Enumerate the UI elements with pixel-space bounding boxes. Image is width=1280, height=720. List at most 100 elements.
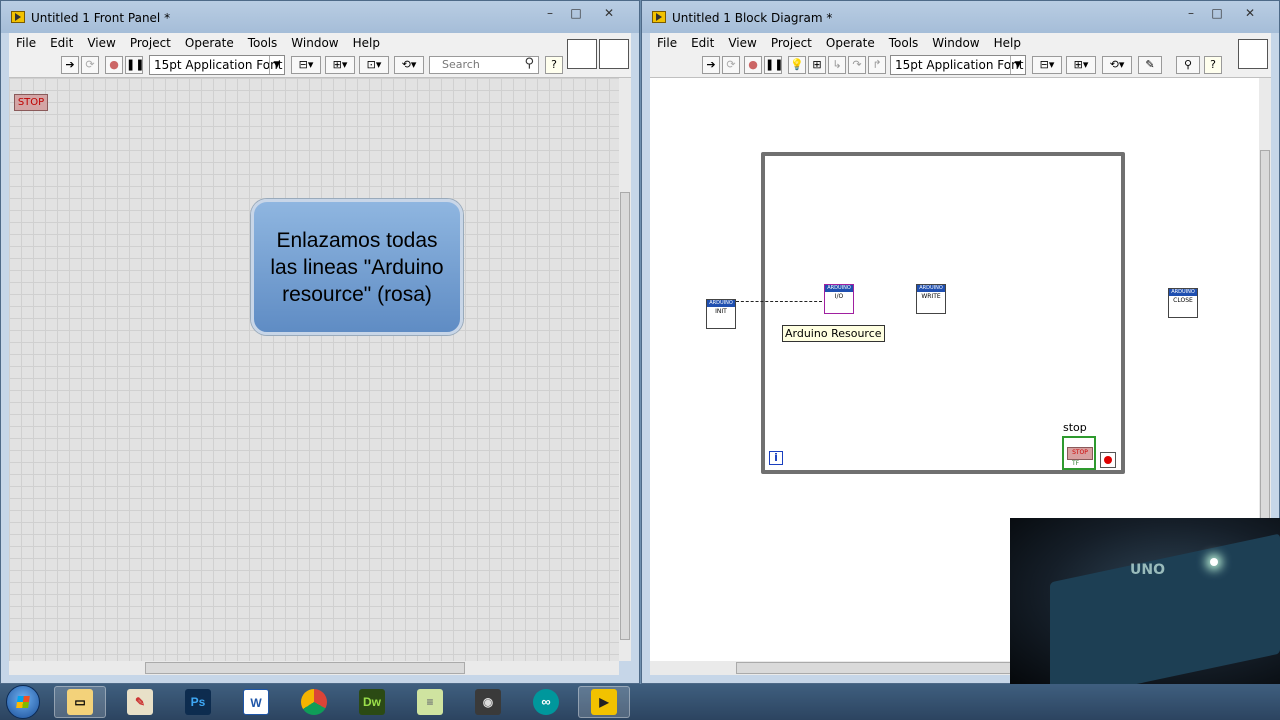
arduino-io-node[interactable]: ARDUINO I/O: [824, 284, 854, 314]
close-icon[interactable]: ✕: [589, 5, 629, 23]
horizontal-scrollbar[interactable]: [9, 661, 619, 675]
font-selector[interactable]: 15pt Application Font ▼: [890, 55, 1026, 75]
toolbar: ➔ ⟳ ● ❚❚ 15pt Application Font ▼ ⊟▾ ⊞▾ ⊡…: [9, 53, 631, 78]
menu-project[interactable]: Project: [123, 36, 178, 50]
boolean-type-label: TF: [1072, 460, 1080, 467]
paint-icon: ✎: [127, 689, 153, 715]
font-selector[interactable]: 15pt Application Font ▼: [149, 55, 285, 75]
taskbar-explorer[interactable]: ▭: [54, 686, 106, 718]
scroll-thumb[interactable]: [620, 192, 630, 640]
menu-help[interactable]: Help: [987, 36, 1028, 50]
node-header: ARDUINO: [1169, 289, 1197, 296]
abort-icon[interactable]: ●: [744, 56, 762, 74]
font-selector-label: 15pt Application Font: [895, 58, 1024, 72]
start-button[interactable]: [6, 685, 40, 719]
taskbar-arduino[interactable]: ∞: [520, 686, 572, 718]
menu-bar: File Edit View Project Operate Tools Win…: [650, 33, 1271, 53]
retain-wire-values-icon[interactable]: ⊞: [808, 56, 826, 74]
maximize-icon[interactable]: □: [563, 5, 589, 23]
front-panel-canvas[interactable]: [9, 78, 619, 661]
grid-pane-icon[interactable]: [567, 39, 597, 69]
minimize-icon[interactable]: –: [537, 5, 563, 23]
align-icon[interactable]: ⊟▾: [1032, 56, 1062, 74]
taskbar-word[interactable]: W: [230, 686, 282, 718]
search-input[interactable]: Search ⚲: [429, 56, 539, 74]
node-header: ARDUINO: [707, 300, 735, 307]
menu-tools[interactable]: Tools: [241, 36, 285, 50]
chevron-down-icon: ▼: [269, 56, 284, 74]
align-icon[interactable]: ⊟▾: [291, 56, 321, 74]
word-icon: W: [243, 689, 269, 715]
search-icon[interactable]: ⚲: [524, 56, 534, 72]
arduino-close-node[interactable]: ARDUINO CLOSE: [1168, 288, 1198, 318]
step-out-icon[interactable]: ↱: [868, 56, 886, 74]
block-diagram-titlebar[interactable]: Untitled 1 Block Diagram * – □ ✕: [642, 1, 1279, 33]
led-light: [1210, 558, 1218, 566]
search-icon[interactable]: ⚲: [1176, 56, 1200, 74]
menu-tools[interactable]: Tools: [882, 36, 926, 50]
front-panel-window: Untitled 1 Front Panel * – □ ✕ File Edit…: [0, 0, 640, 684]
pause-icon[interactable]: ❚❚: [764, 56, 783, 74]
taskbar-chrome[interactable]: [288, 686, 340, 718]
menu-help[interactable]: Help: [346, 36, 387, 50]
resize-icon[interactable]: ⊡▾: [359, 56, 389, 74]
stop-button[interactable]: STOP: [14, 94, 48, 111]
minimize-icon[interactable]: –: [1178, 5, 1204, 23]
run-continuously-icon[interactable]: ⟳: [81, 56, 99, 74]
node-label: I/O: [834, 293, 844, 300]
menu-edit[interactable]: Edit: [43, 36, 80, 50]
step-into-icon[interactable]: ↳: [828, 56, 846, 74]
pause-icon[interactable]: ❚❚: [125, 56, 144, 74]
taskbar-paint[interactable]: ✎: [114, 686, 166, 718]
menu-window[interactable]: Window: [925, 36, 986, 50]
vi-connector-icon[interactable]: [599, 39, 629, 69]
help-icon[interactable]: ?: [545, 56, 563, 74]
notes-icon: ≡: [417, 689, 443, 715]
clean-up-diagram-icon[interactable]: ✎: [1138, 56, 1162, 74]
step-over-icon[interactable]: ↷: [848, 56, 866, 74]
menu-file[interactable]: File: [650, 36, 684, 50]
loop-condition-terminal[interactable]: [1100, 452, 1116, 468]
node-label: INIT: [715, 308, 727, 315]
arduino-write-node[interactable]: ARDUINO WRITE: [916, 284, 946, 314]
help-icon[interactable]: ?: [1204, 56, 1222, 74]
arduino-init-node[interactable]: ARDUINO INIT: [706, 299, 736, 329]
menu-window[interactable]: Window: [284, 36, 345, 50]
distribute-icon[interactable]: ⊞▾: [325, 56, 355, 74]
menu-operate[interactable]: Operate: [819, 36, 882, 50]
run-arrow-icon[interactable]: ➔: [702, 56, 720, 74]
node-header: ARDUINO: [917, 285, 945, 292]
labview-icon: ▶: [591, 689, 617, 715]
taskbar-dreamweaver[interactable]: Dw: [346, 686, 398, 718]
loop-iteration-terminal[interactable]: i: [769, 451, 783, 465]
front-panel-titlebar[interactable]: Untitled 1 Front Panel * – □ ✕: [1, 1, 639, 33]
reorder-icon[interactable]: ⟲▾: [394, 56, 424, 74]
run-arrow-icon[interactable]: ➔: [61, 56, 79, 74]
font-selector-label: 15pt Application Font: [154, 58, 283, 72]
chevron-down-icon: ▼: [1010, 56, 1025, 74]
menu-file[interactable]: File: [9, 36, 43, 50]
taskbar-labview[interactable]: ▶: [578, 686, 630, 718]
taskbar-notes[interactable]: ≡: [404, 686, 456, 718]
highlight-execution-icon[interactable]: 💡: [788, 56, 806, 74]
vertical-scrollbar[interactable]: [619, 78, 631, 661]
stop-control-terminal[interactable]: STOP TF: [1062, 436, 1096, 470]
distribute-icon[interactable]: ⊞▾: [1066, 56, 1096, 74]
menu-view[interactable]: View: [80, 36, 122, 50]
taskbar-photoshop[interactable]: Ps: [172, 686, 224, 718]
menu-view[interactable]: View: [721, 36, 763, 50]
menu-project[interactable]: Project: [764, 36, 819, 50]
dreamweaver-icon: Dw: [359, 689, 385, 715]
scroll-thumb[interactable]: [145, 662, 465, 674]
close-icon[interactable]: ✕: [1230, 5, 1270, 23]
vi-connector-icon[interactable]: [1238, 39, 1268, 69]
taskbar-camera[interactable]: ◉: [462, 686, 514, 718]
maximize-icon[interactable]: □: [1204, 5, 1230, 23]
camera-icon: ◉: [475, 689, 501, 715]
reorder-icon[interactable]: ⟲▾: [1102, 56, 1132, 74]
menu-operate[interactable]: Operate: [178, 36, 241, 50]
menu-edit[interactable]: Edit: [684, 36, 721, 50]
arduino-resource-wire[interactable]: [736, 301, 822, 302]
abort-icon[interactable]: ●: [105, 56, 123, 74]
run-continuously-icon[interactable]: ⟳: [722, 56, 740, 74]
